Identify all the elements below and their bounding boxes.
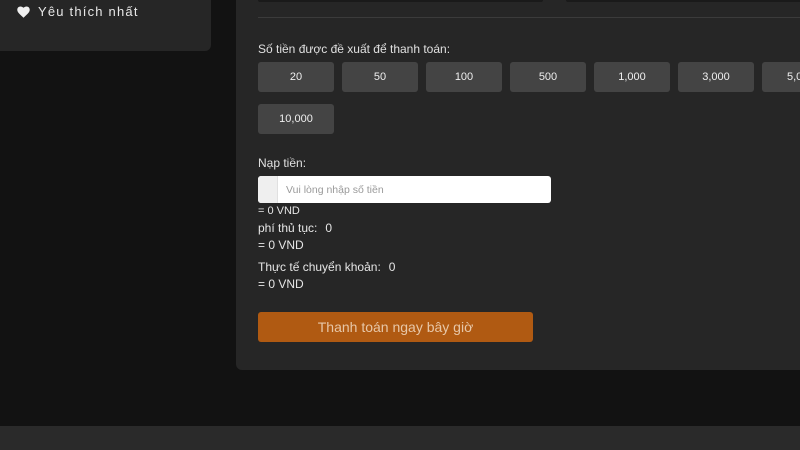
deposit-label: Nạp tiền: xyxy=(258,156,307,170)
deposit-panel: Số tiền được đề xuất để thanh toán: 20 5… xyxy=(236,0,800,370)
fee-row: phí thủ tục: 0 xyxy=(258,221,332,235)
input-prefix xyxy=(258,176,278,203)
actual-transfer-label: Thực tế chuyển khoản: xyxy=(258,260,381,274)
divider xyxy=(258,17,800,18)
amount-button-5000[interactable]: 5,000 xyxy=(762,62,800,92)
actual-transfer-value: 0 xyxy=(388,260,396,274)
top-field-stub-left xyxy=(258,0,543,2)
amount-button-10000[interactable]: 10,000 xyxy=(258,104,334,134)
suggested-amounts-label: Số tiền được đề xuất để thanh toán: xyxy=(258,42,451,56)
top-field-stub-right xyxy=(566,0,800,2)
amount-button-50[interactable]: 50 xyxy=(342,62,418,92)
heart-icon xyxy=(17,5,30,18)
fee-label: phí thủ tục: xyxy=(258,221,318,235)
actual-transfer-row: Thực tế chuyển khoản: 0 xyxy=(258,260,395,274)
fee-converted: = 0 VND xyxy=(258,238,304,252)
amount-button-100[interactable]: 100 xyxy=(426,62,502,92)
sidebar-item-favorites[interactable]: Yêu thích nhất xyxy=(17,4,139,19)
amount-button-20[interactable]: 20 xyxy=(258,62,334,92)
amount-button-1000[interactable]: 1,000 xyxy=(594,62,670,92)
amount-button-3000[interactable]: 3,000 xyxy=(678,62,754,92)
actual-transfer-converted: = 0 VND xyxy=(258,277,304,291)
amount-input-group xyxy=(258,176,551,203)
fee-value: 0 xyxy=(325,221,333,235)
sidebar-card: Yêu thích nhất xyxy=(0,0,211,51)
page: Yêu thích nhất Số tiền được đề xuất để t… xyxy=(0,0,800,450)
amount-input[interactable] xyxy=(278,176,551,203)
footer-bar xyxy=(0,426,800,450)
pay-now-button[interactable]: Thanh toán ngay bây giờ xyxy=(258,312,533,342)
amount-button-500[interactable]: 500 xyxy=(510,62,586,92)
sidebar-item-label: Yêu thích nhất xyxy=(38,4,139,19)
converted-amount: = 0 VND xyxy=(258,205,300,217)
